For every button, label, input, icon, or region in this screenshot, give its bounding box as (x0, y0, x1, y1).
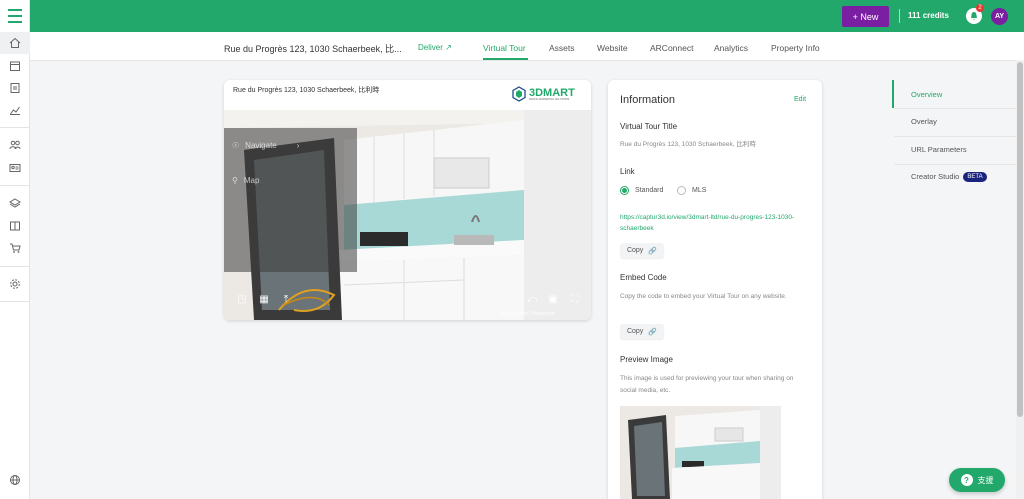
radio-checked-icon (620, 186, 629, 195)
terms-link[interactable]: Terms (514, 311, 528, 317)
tab-website[interactable]: Website (597, 43, 628, 53)
beta-badge: BETA (963, 172, 987, 183)
copy-embed-button[interactable]: Copy 🔗 (620, 324, 664, 339)
radio-standard-label: Standard (635, 187, 664, 194)
logo-text: 3DMART (529, 86, 575, 99)
active-tab-indicator (483, 58, 528, 60)
brand-logo: 3DMART DIGITAL MARKETING SOLUTIONS (512, 86, 575, 102)
tab-arconnect[interactable]: ARConnect (650, 43, 693, 53)
floorplan-icon[interactable]: ▦ (258, 293, 270, 305)
tour-title: Rue du Progrès 123, 1030 Schaerbeek, 比利時 (233, 87, 380, 94)
chart-icon[interactable] (7, 103, 23, 117)
information-panel: Information Edit Virtual Tour Title Rue … (608, 80, 822, 499)
copy-link-button[interactable]: Copy 🔗 (620, 243, 664, 258)
divider (0, 301, 30, 302)
compass-icon: ☉ (232, 141, 240, 150)
nav-overlay[interactable]: Overlay (911, 117, 937, 126)
avatar[interactable]: AY (991, 8, 1008, 25)
creator-studio-label: Creator Studio (911, 172, 960, 181)
tab-bar: Rue du Progrès 123, 1030 Schaerbeek, 比..… (30, 32, 1024, 61)
menu-icon[interactable] (0, 0, 30, 32)
radio-standard[interactable]: Standard (620, 186, 663, 195)
nav-url-parameters[interactable]: URL Parameters (911, 145, 967, 154)
embed-code-label: Embed Code (620, 273, 667, 282)
measure-icon[interactable]: ⤒ (280, 293, 292, 305)
chevron-right-icon: › (296, 141, 300, 150)
tab-property-info[interactable]: Property Info (771, 43, 820, 53)
divider (894, 108, 1024, 109)
deliver-button[interactable]: Deliver ↗ (418, 43, 452, 52)
edit-link[interactable]: Edit (794, 96, 806, 103)
divider (0, 127, 30, 128)
document-icon[interactable] (7, 81, 23, 95)
sidebar (0, 32, 30, 499)
new-button[interactable]: + New (842, 6, 889, 27)
viewer-footer: Help | Terms | Matterport (500, 311, 555, 317)
section-nav: Overview Overlay URL Parameters Creator … (892, 80, 1024, 198)
tour-title-label: Virtual Tour Title (620, 122, 678, 131)
layers-icon[interactable] (7, 196, 23, 210)
notification-badge: 2 (976, 4, 984, 12)
scrollbar[interactable] (1016, 60, 1024, 499)
map-menu-item[interactable]: ⚲ Map (232, 176, 259, 185)
divider (0, 266, 30, 267)
preview-image[interactable] (620, 406, 781, 499)
logo-subtitle: DIGITAL MARKETING SOLUTIONS (529, 97, 570, 101)
navigate-menu-item[interactable]: ☉ Navigate › (232, 141, 299, 150)
tab-analytics[interactable]: Analytics (714, 43, 748, 53)
nav-overview[interactable]: Overview (911, 90, 942, 99)
book-icon[interactable] (7, 219, 23, 233)
divider (899, 9, 900, 23)
settings-icon[interactable] (7, 277, 23, 291)
link-label: Link (620, 167, 635, 176)
fullscreen-icon[interactable]: ⛶ (569, 293, 581, 305)
deliver-label: Deliver (418, 43, 443, 52)
dollhouse-icon[interactable]: ◳ (236, 293, 248, 305)
globe-icon[interactable] (7, 473, 23, 487)
divider (894, 164, 1024, 165)
tab-virtual-tour[interactable]: Virtual Tour (483, 43, 526, 53)
map-pin-icon: ⚲ (232, 176, 238, 185)
active-section-indicator (892, 80, 894, 108)
link-icon: 🔗 (648, 328, 658, 336)
divider (0, 185, 30, 186)
calendar-icon[interactable] (7, 59, 23, 73)
support-label: 支援 (977, 475, 994, 485)
radio-mls-label: MLS (692, 187, 707, 194)
copy-label: Copy (626, 328, 644, 335)
cart-icon[interactable] (7, 241, 23, 255)
home-icon[interactable] (7, 36, 23, 50)
vr-icon[interactable]: ▣ (547, 293, 559, 305)
scrollbar-thumb[interactable] (1017, 62, 1023, 417)
tour-viewer[interactable]: ☉ Navigate › ⚲ Map ◳ ▦ ⤒ ⤺ ▣ ⛶ Help | Te… (224, 110, 591, 320)
radio-mls[interactable]: MLS (677, 186, 706, 195)
preview-description: This image is used for previewing your t… (620, 375, 794, 394)
credits-label[interactable]: 111 credits (908, 11, 949, 20)
tab-assets[interactable]: Assets (549, 43, 575, 53)
nav-creator-studio[interactable]: Creator Studio BETA (911, 172, 987, 183)
support-button[interactable]: ? 支援 (949, 468, 1005, 492)
id-card-icon[interactable] (7, 161, 23, 175)
link-icon: 🔗 (648, 247, 658, 255)
preview-image-label: Preview Image (620, 355, 673, 364)
navigate-label: Navigate (245, 141, 277, 150)
divider (894, 136, 1024, 137)
radio-unchecked-icon (677, 186, 686, 195)
embed-description: Copy the code to embed your Virtual Tour… (620, 293, 787, 300)
tour-link[interactable]: https://captur3d.io/view/3dmart-ltd/rue-… (620, 212, 810, 234)
property-address: Rue du Progrès 123, 1030 Schaerbeek, 比..… (224, 44, 402, 54)
copy-label: Copy (626, 247, 644, 254)
tour-title-value: Rue du Progrès 123, 1030 Schaerbeek, 比利時 (620, 141, 756, 148)
help-link[interactable]: Help (500, 311, 510, 317)
share-icon[interactable]: ⤺ (526, 293, 538, 305)
tour-card: Rue du Progrès 123, 1030 Schaerbeek, 比利時… (224, 80, 591, 320)
send-icon: ↗ (445, 43, 452, 52)
help-icon: ? (960, 474, 973, 486)
panel-title: Information (620, 94, 676, 106)
matterport-logo: Matterport (532, 311, 555, 317)
people-icon[interactable] (7, 138, 23, 152)
map-label: Map (243, 176, 260, 185)
